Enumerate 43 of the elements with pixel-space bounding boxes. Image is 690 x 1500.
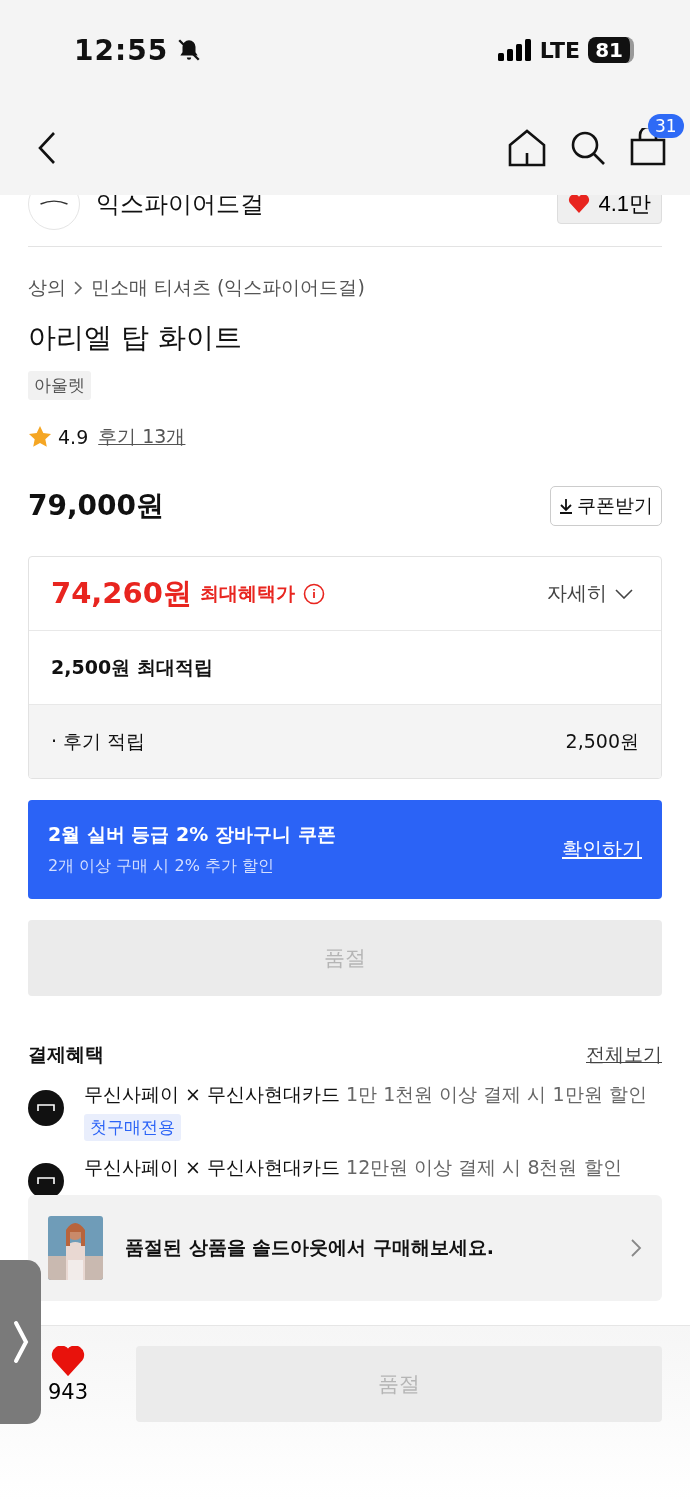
battery-level: 81 (588, 37, 634, 63)
back-icon[interactable] (36, 130, 58, 165)
side-panel-handle[interactable] (0, 1260, 41, 1424)
max-points-text: 2,500원 최대적립 (51, 654, 213, 680)
download-icon (559, 498, 573, 514)
chevron-right-icon (74, 281, 83, 295)
max-benefit-label: 최대혜택가 (199, 580, 295, 606)
product-title: 아리엘 탑 화이트 (28, 320, 243, 356)
rating-score: 4.9 (58, 426, 89, 448)
home-icon[interactable] (508, 128, 546, 167)
chevron-down-icon (615, 588, 633, 599)
star-icon (28, 425, 52, 449)
confirm-link[interactable]: 확인하기 (562, 836, 642, 863)
payment-benefits-title: 결제혜택 (28, 1042, 104, 1067)
first-purchase-tag: 첫구매전용 (84, 1114, 181, 1141)
review-points-label: · 후기 적립 (51, 728, 146, 754)
signal-icon (497, 39, 532, 61)
cart-count-badge: 31 (648, 113, 684, 138)
payment-benefit-text: 무신사페이 × 무신사현대카드 1만 1천원 이상 결제 시 1만원 할인 (84, 1082, 647, 1107)
heart-icon (568, 195, 591, 214)
review-points-value: 2,500원 (565, 728, 639, 754)
breadcrumb-link[interactable]: 민소매 티셔츠 (익스파이어드걸) (91, 275, 365, 301)
coupon-button[interactable]: 쿠폰받기 (550, 486, 662, 526)
card-logo-icon (28, 1090, 64, 1126)
info-icon[interactable] (302, 582, 325, 605)
product-price: 79,000원 (28, 488, 165, 524)
breadcrumb-link[interactable]: 상의 (28, 275, 66, 301)
reviews-link[interactable]: 후기 13개 (98, 424, 186, 450)
chevron-right-icon (630, 1238, 642, 1258)
coupon-banner-title: 2월 실버 등급 2% 장바구니 쿠폰 (48, 822, 336, 847)
outlet-tag: 아울렛 (28, 371, 91, 400)
soldout-banner[interactable]: 품절된 상품을 솔드아웃에서 구매해보세요. (28, 1195, 662, 1301)
payment-benefit-text: 무신사페이 × 무신사현대카드 12만원 이상 결제 시 8천원 할인 (84, 1155, 622, 1180)
coupon-banner-subtitle: 2개 이상 구매 시 2% 추가 할인 (48, 856, 276, 877)
like-button[interactable]: 943 (48, 1346, 89, 1404)
max-benefit-price: 74,260원 (51, 574, 192, 612)
status-time: 12:55 (74, 33, 169, 67)
search-icon[interactable] (570, 129, 606, 166)
view-all-link[interactable]: 전체보기 (586, 1042, 662, 1068)
details-toggle[interactable]: 자세히 (541, 579, 639, 608)
soldout-banner-text: 품절된 상품을 솔드아웃에서 구매해보세요. (125, 1235, 496, 1260)
store-like-button[interactable]: 4.1만 (557, 195, 662, 224)
network-label: LTE (539, 37, 581, 63)
